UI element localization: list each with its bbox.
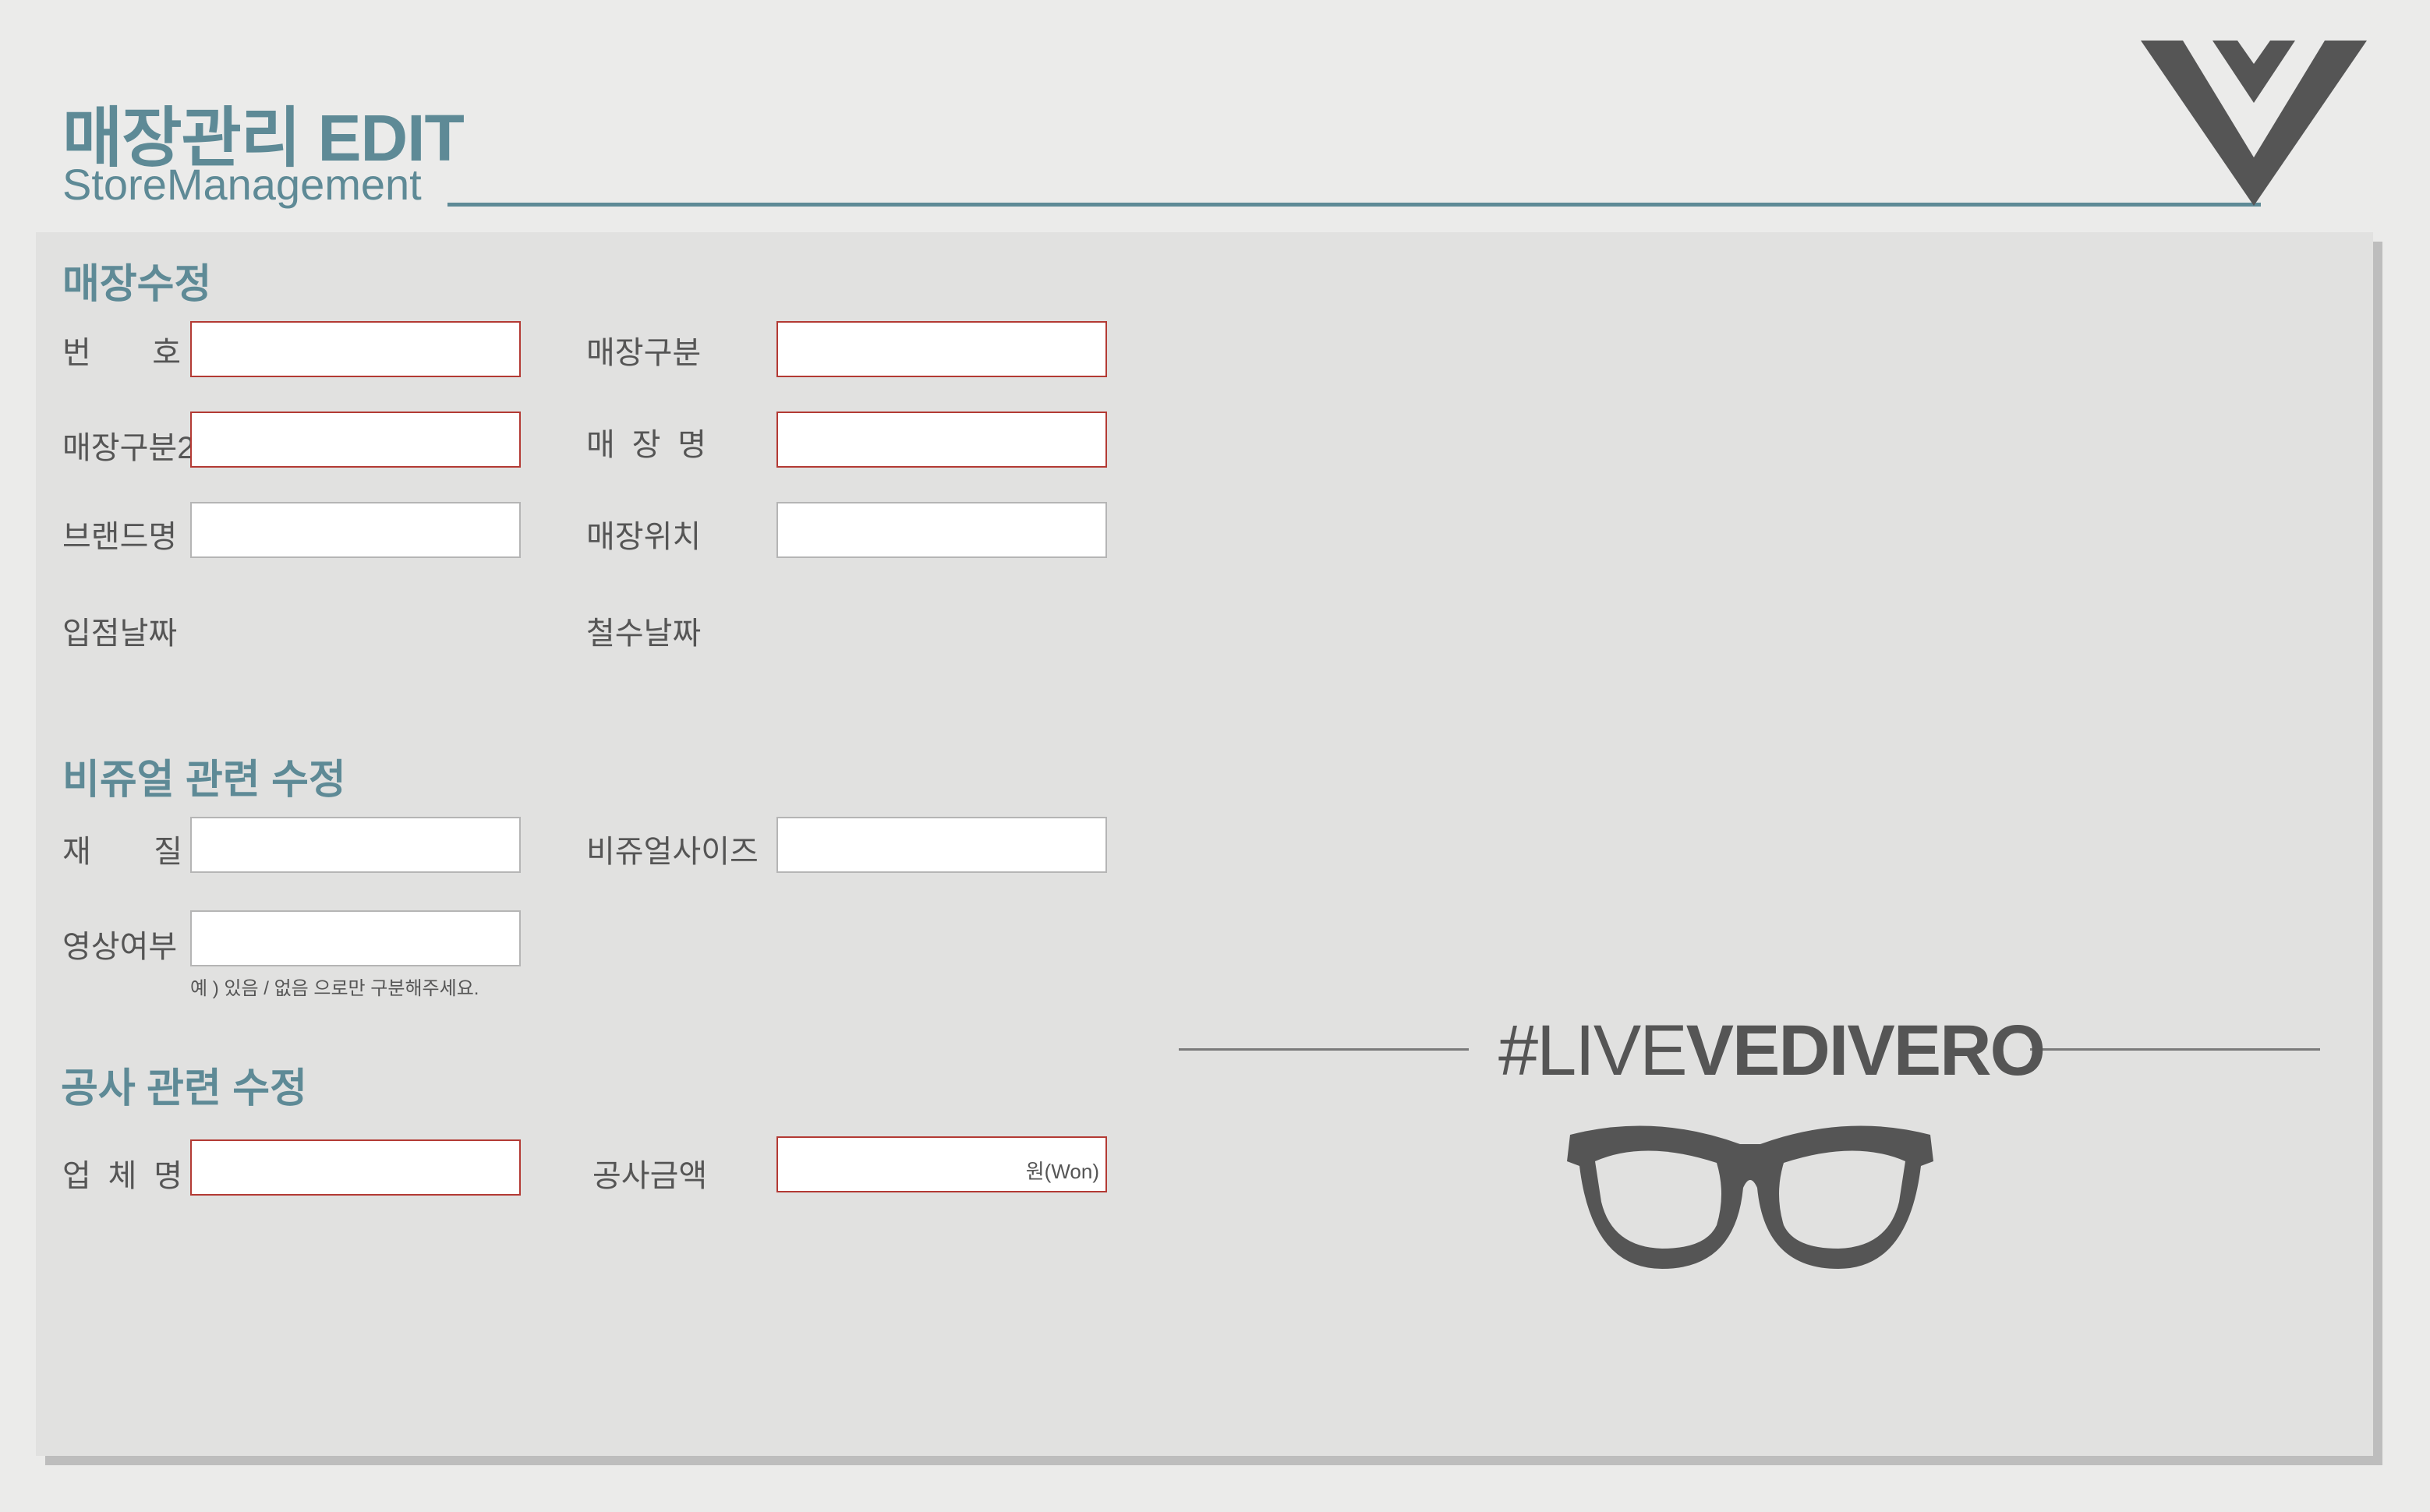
section-title-visual-edit: 비쥬얼 관련 수정 xyxy=(62,758,346,803)
number-label-char: 번 xyxy=(62,336,91,370)
video-input[interactable] xyxy=(190,910,521,966)
video-label: 영상여부 xyxy=(62,930,178,964)
store-name-label-char: 매 xyxy=(586,428,615,462)
hashtag-left-rule xyxy=(1179,1048,1469,1051)
hashtag-prefix: #LIVE xyxy=(1498,1011,1688,1090)
material-label-char: 질 xyxy=(154,835,182,869)
vedivero-v-logo-icon xyxy=(2141,41,2367,206)
eyeglasses-icon xyxy=(1567,1125,1933,1269)
video-hint: 예 ) 있음 / 없음 으로만 구분해주세요. xyxy=(190,978,479,999)
store-type-label: 매장구분 xyxy=(586,336,702,370)
location-label: 매장위치 xyxy=(586,520,702,554)
material-label: 재 질 xyxy=(62,826,182,871)
close-date-label: 철수날짜 xyxy=(586,616,702,651)
location-input[interactable] xyxy=(776,502,1107,558)
amount-field-wrapper: 원(Won) xyxy=(776,1136,1107,1192)
hashtag-right-rule xyxy=(2030,1048,2320,1051)
brand-input[interactable] xyxy=(190,502,521,558)
number-label-char: 호 xyxy=(152,336,181,370)
hashtag-text: #LIVEVEDIVERO xyxy=(1498,1010,2046,1092)
store-name-label-char: 장 xyxy=(631,428,661,462)
header-divider xyxy=(447,203,2261,207)
number-label: 번 호 xyxy=(62,327,181,373)
company-label-char: 명 xyxy=(154,1159,182,1193)
visual-size-label: 비쥬얼사이즈 xyxy=(586,835,759,869)
material-input[interactable] xyxy=(190,817,521,873)
store-name-label: 매 장 명 xyxy=(586,419,706,465)
brand-label: 브랜드명 xyxy=(62,520,178,554)
store-name-input[interactable] xyxy=(776,412,1107,468)
hashtag-bold: VEDIVERO xyxy=(1685,1011,2046,1090)
store-type-input[interactable] xyxy=(776,321,1107,377)
number-input[interactable] xyxy=(190,321,521,377)
open-date-label: 입점날짜 xyxy=(62,616,178,651)
company-label-char: 업 xyxy=(62,1159,91,1193)
store-type2-label: 매장구분2 xyxy=(62,431,195,465)
company-label-char: 체 xyxy=(108,1159,137,1193)
page-subtitle: StoreManagement xyxy=(62,160,422,209)
company-label: 업 체 명 xyxy=(62,1150,182,1196)
material-label-char: 재 xyxy=(62,835,91,869)
store-name-label-char: 명 xyxy=(677,428,706,462)
store-type2-input[interactable] xyxy=(190,412,521,468)
section-title-store-edit: 매장수정 xyxy=(62,262,212,307)
section-title-construction-edit: 공사 관련 수정 xyxy=(61,1066,307,1111)
amount-unit: 원(Won) xyxy=(1025,1160,1099,1183)
amount-label: 공사금액 xyxy=(592,1159,708,1193)
company-input[interactable] xyxy=(190,1139,521,1196)
visual-size-input[interactable] xyxy=(776,817,1107,873)
